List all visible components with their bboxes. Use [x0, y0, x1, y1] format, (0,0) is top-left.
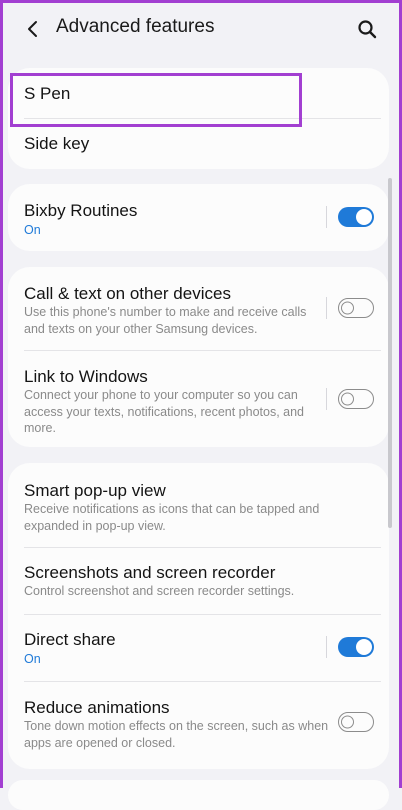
- setting-title: Smart pop-up view: [24, 481, 166, 500]
- setting-screenshots-recorder[interactable]: Screenshots and screen recorder Control …: [8, 548, 389, 614]
- back-button[interactable]: [18, 14, 48, 44]
- toggle-separator: [326, 388, 327, 410]
- toggle-knob: [356, 209, 372, 225]
- chevron-left-icon: [28, 21, 37, 37]
- reduce-animations-toggle[interactable]: [338, 712, 374, 732]
- setting-reduce-animations[interactable]: Reduce animations Tone down motion effec…: [8, 682, 389, 769]
- setting-description: Tone down motion effects on the screen, …: [24, 719, 329, 750]
- toggle-knob: [356, 639, 372, 655]
- setting-description: Connect your phone to your computer so y…: [24, 388, 305, 435]
- bixby-routines-toggle[interactable]: [338, 207, 374, 227]
- toggle-separator: [326, 206, 327, 228]
- page-title: Advanced features: [56, 16, 215, 37]
- toggle-separator: [326, 297, 327, 319]
- setting-title: Reduce animations: [24, 698, 170, 717]
- call-text-toggle[interactable]: [338, 298, 374, 318]
- setting-title: Direct share: [24, 630, 116, 649]
- setting-title: Link to Windows: [24, 367, 148, 386]
- setting-call-text-other-devices[interactable]: Call & text on other devices Use this ph…: [8, 267, 389, 350]
- setting-description: Use this phone's number to make and rece…: [24, 305, 307, 336]
- link-to-windows-toggle[interactable]: [338, 389, 374, 409]
- search-button[interactable]: [352, 14, 382, 44]
- direct-share-toggle[interactable]: [338, 637, 374, 657]
- setting-link-to-windows[interactable]: Link to Windows Connect your phone to yo…: [8, 351, 389, 447]
- toggle-knob: [341, 715, 354, 729]
- setting-title: Side key: [24, 134, 90, 153]
- setting-smart-popup-view[interactable]: Smart pop-up view Receive notifications …: [8, 463, 389, 547]
- setting-status: On: [24, 223, 41, 237]
- setting-description: Control screenshot and screen recorder s…: [24, 584, 295, 598]
- app-bar: Advanced features: [0, 0, 402, 60]
- toggle-knob: [341, 392, 354, 406]
- settings-group-connected-devices: Call & text on other devices Use this ph…: [8, 267, 389, 447]
- search-icon: [358, 20, 377, 39]
- settings-group-next: [8, 780, 389, 810]
- scrollbar[interactable]: [388, 178, 392, 528]
- setting-title: Bixby Routines: [24, 201, 138, 220]
- setting-description: Receive notifications as icons that can …: [24, 502, 320, 533]
- setting-status: On: [24, 652, 41, 666]
- setting-bixby-routines[interactable]: Bixby Routines On: [8, 184, 389, 251]
- setting-title: Screenshots and screen recorder: [24, 563, 276, 582]
- setting-title: Call & text on other devices: [24, 284, 231, 303]
- toggle-separator: [326, 636, 327, 658]
- setting-direct-share[interactable]: Direct share On: [8, 615, 389, 681]
- highlight-annotation: [10, 73, 302, 127]
- settings-group-display-motion: Smart pop-up view Receive notifications …: [8, 463, 389, 769]
- settings-group-bixby: Bixby Routines On: [8, 184, 389, 251]
- toggle-knob: [341, 301, 354, 315]
